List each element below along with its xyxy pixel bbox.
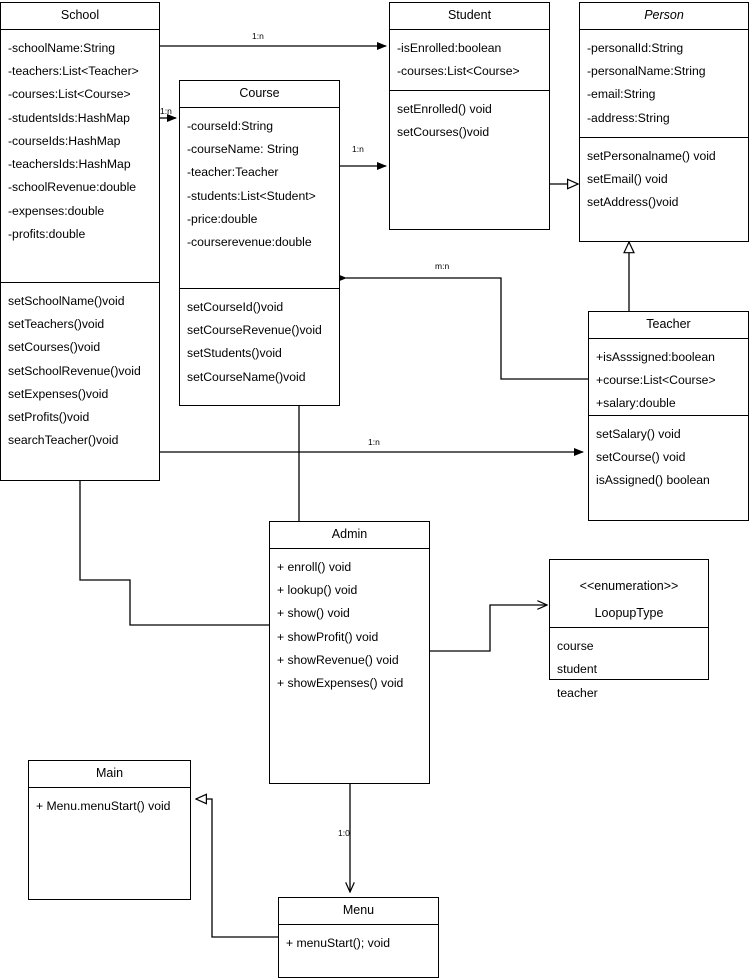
method-row: setCourseId()void	[187, 299, 284, 314]
uml-class-diagram: 1:n 1:n 1:n m:n 1:n 1:0 School -schoolNa…	[0, 0, 750, 980]
class-title-school: School	[1, 3, 159, 30]
method-row: setSchoolName()void	[8, 293, 125, 308]
attribute-row: -schoolRevenue:double	[8, 180, 137, 195]
class-attributes-person: -personalId:String -personalName:String -e…	[580, 30, 748, 137]
attribute-row: -schoolName:String	[8, 40, 116, 55]
enum-title-loopuptype: <<enumeration>> LoopupType	[550, 560, 708, 628]
edge-label-course-student: 1:n	[352, 144, 364, 154]
attribute-row: -profits:double	[8, 226, 86, 241]
method-row: + showRevenue() void	[277, 652, 399, 667]
enum-value-row: student	[557, 662, 597, 677]
method-row: + showProfit() void	[277, 629, 379, 644]
enum-stereotype: <<enumeration>>	[579, 578, 679, 593]
attribute-row: +salary:double	[596, 396, 676, 411]
class-attributes-teacher: +isAsssigned:boolean +course:List<Course>…	[589, 339, 748, 415]
attribute-row: -expenses:double	[8, 203, 105, 218]
attribute-row: -personalName:String	[587, 64, 706, 78]
edge-label-school-teacher: 1:n	[368, 437, 380, 447]
method-row: setCourseRevenue()void	[187, 323, 322, 337]
class-attributes-student: -isEnrolled:boolean -courses:List<Course>	[390, 30, 549, 90]
method-row: setPersonalname() void	[587, 148, 716, 163]
method-row: setCourse() void	[596, 450, 686, 464]
attribute-row: -courses:List<Course>	[397, 64, 520, 78]
class-title-menu: Menu	[279, 898, 438, 925]
class-methods-admin: + enroll() void + lookup() void + show() v…	[270, 549, 429, 703]
method-row: setEnrolled() void	[397, 101, 492, 116]
class-methods-course: setCourseId()void setCourseRevenue()void s…	[180, 287, 339, 396]
method-row: setProfits()void	[8, 410, 90, 424]
edge-label-admin-menu: 1:0	[338, 828, 350, 838]
class-methods-person: setPersonalname() void setEmail() void set…	[580, 136, 748, 222]
method-row: setTeachers()void	[8, 317, 105, 331]
attribute-row: -teachersIds:HashMap	[8, 157, 131, 171]
enum-values-loopuptype: course student teacher	[550, 628, 708, 712]
class-attributes-course: -courseId:String -courseName: String -teac…	[180, 108, 339, 288]
edge-menu-main	[196, 799, 279, 938]
class-title-person: Person	[580, 3, 748, 30]
method-row: + lookup() void	[277, 583, 358, 597]
edge-admin-lookup	[429, 605, 547, 652]
edge-teacher-course	[337, 274, 589, 380]
attribute-row: -address:String	[587, 110, 670, 125]
method-row: setSchoolRevenue()void	[8, 363, 141, 378]
class-box-course[interactable]: Course -courseId:String -courseName: Stri…	[179, 80, 340, 406]
class-title-admin: Admin	[270, 522, 429, 549]
class-methods-teacher: setSalary() void setCourse() void isAssign…	[589, 414, 748, 500]
method-row: setEmail() void	[587, 172, 668, 186]
class-methods-main: + Menu.menuStart() void	[29, 788, 190, 825]
attribute-row: -courseId:String	[187, 118, 274, 133]
class-methods-student: setEnrolled() void setCourses()void	[390, 89, 549, 152]
class-box-school[interactable]: School -schoolName:String -teachers:List<…	[0, 2, 160, 481]
attribute-row: -students:List<Student>	[187, 188, 316, 203]
attribute-row: -price:double	[187, 211, 258, 226]
method-row: setCourseName()void	[187, 369, 306, 384]
class-box-person[interactable]: Person -personalId:String -personalName:S…	[579, 2, 749, 242]
class-box-menu[interactable]: Menu + menuStart(); void	[278, 897, 439, 978]
method-row: setCourses()void	[8, 340, 101, 355]
class-box-student[interactable]: Student -isEnrolled:boolean -courses:List…	[389, 2, 550, 230]
method-row: searchTeacher()void	[8, 433, 119, 448]
edge-label-school-student: 1:n	[252, 31, 264, 41]
attribute-row: -teachers:List<Teacher>	[8, 64, 139, 78]
class-title-course: Course	[180, 81, 339, 108]
class-attributes-school: -schoolName:String -teachers:List<Teacher…	[1, 30, 159, 282]
enum-box-loopuptype[interactable]: <<enumeration>> LoopupType course student…	[549, 559, 709, 700]
attribute-row: -studentsIds:HashMap	[8, 110, 130, 125]
attribute-row: -courseName: String	[187, 142, 299, 156]
class-methods-menu: + menuStart(); void	[279, 925, 438, 962]
edge-label-school-course: 1:n	[160, 106, 172, 116]
method-row: setStudents()void	[187, 346, 282, 361]
attribute-row: +isAsssigned:boolean	[596, 349, 715, 364]
method-row: isAssigned() boolean	[596, 473, 710, 488]
attribute-row: -courserevenue:double	[187, 235, 312, 249]
method-row: + show() void	[277, 606, 350, 621]
attribute-row: -personalId:String	[587, 40, 684, 55]
enum-value-row: course	[557, 639, 594, 653]
attribute-row: -isEnrolled:boolean	[397, 40, 502, 55]
method-row: + showExpenses() void	[277, 676, 404, 690]
enum-name: LoopupType	[594, 606, 664, 621]
method-row: setExpenses()void	[8, 386, 109, 401]
method-row: + enroll() void	[277, 559, 352, 574]
enum-value-row: teacher	[557, 685, 598, 700]
class-box-admin[interactable]: Admin + enroll() void + lookup() void + sh…	[269, 521, 430, 784]
attribute-row: -teacher:Teacher	[187, 165, 279, 180]
edge-school-admin	[79, 481, 270, 626]
class-box-teacher[interactable]: Teacher +isAsssigned:boolean +course:List…	[588, 311, 749, 521]
class-title-student: Student	[390, 3, 549, 30]
class-title-teacher: Teacher	[589, 312, 748, 339]
attribute-row: -courseIds:HashMap	[8, 133, 121, 148]
method-row: setSalary() void	[596, 426, 681, 441]
attribute-row: -courses:List<Course>	[8, 87, 131, 102]
class-title-main: Main	[29, 761, 190, 788]
method-row: setAddress()void	[587, 195, 679, 210]
class-methods-school: setSchoolName()void setTeachers()void setC…	[1, 281, 159, 460]
method-row: + Menu.menuStart() void	[36, 798, 171, 813]
method-row: setCourses()void	[397, 125, 490, 139]
method-row: + menuStart(); void	[286, 935, 390, 950]
attribute-row: -email:String	[587, 87, 656, 102]
edge-label-teacher-course: m:n	[435, 261, 450, 271]
class-box-main[interactable]: Main + Menu.menuStart() void	[28, 760, 191, 900]
attribute-row: +course:List<Course>	[596, 373, 716, 387]
